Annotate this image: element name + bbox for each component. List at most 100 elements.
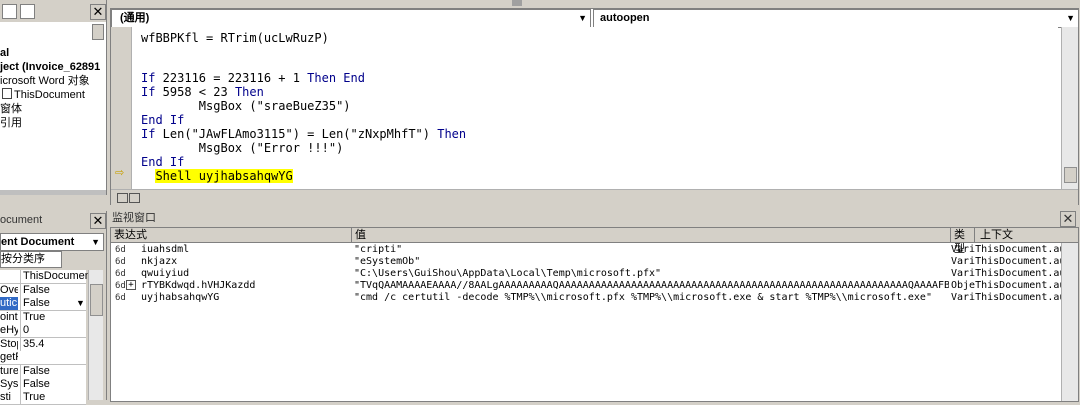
object-dropdown[interactable]: (通用) ▼ bbox=[111, 9, 591, 28]
watch-icon: 6d bbox=[115, 269, 126, 279]
property-value: True bbox=[20, 391, 89, 404]
watch-row[interactable]: 6d uyjhabsahqwYG "cmd /c certutil -decod… bbox=[111, 292, 1063, 304]
code-line-current: Shell uyjhabsahqwYG bbox=[141, 169, 293, 183]
expand-plus-icon[interactable]: + bbox=[126, 280, 136, 290]
tab-categorized[interactable]: 按分类序 bbox=[0, 251, 62, 268]
watch-type: Vari bbox=[951, 292, 976, 303]
vertical-scrollbar[interactable] bbox=[1061, 27, 1078, 189]
margin-indicator-bar[interactable]: ⇨ bbox=[111, 27, 132, 189]
close-icon[interactable]: ✕ bbox=[1060, 211, 1076, 227]
scrollbar-thumb[interactable] bbox=[90, 284, 103, 316]
property-key: oint bbox=[0, 311, 18, 323]
watch-icon: 6d bbox=[115, 257, 126, 267]
object-combo[interactable]: ent Document ▼ bbox=[0, 233, 104, 251]
property-row[interactable]: SystFalse bbox=[0, 378, 86, 392]
property-row[interactable]: sti True bbox=[0, 391, 86, 405]
code-keyword: If bbox=[141, 85, 156, 99]
horizontal-scrollbar[interactable] bbox=[0, 190, 106, 195]
watch-type-context: VariThisDocument.auto bbox=[951, 244, 1063, 256]
tree-item-project[interactable]: ject (Invoice_62891 bbox=[0, 60, 100, 74]
property-row[interactable]: eHyp0 bbox=[0, 324, 86, 338]
property-row[interactable]: ThisDocument bbox=[0, 270, 89, 284]
vertical-scrollbar[interactable] bbox=[1061, 243, 1078, 401]
watch-type-context: VariThisDocument.auto bbox=[951, 256, 1063, 268]
view-code-button[interactable] bbox=[2, 4, 17, 19]
properties-window: ocument ✕ ent Document ▼ 按分类序 ThisDocume… bbox=[0, 211, 107, 405]
procedure-dropdown[interactable]: autoopen ▼ bbox=[593, 9, 1079, 28]
property-value: False bbox=[20, 284, 89, 297]
full-module-view-icon[interactable] bbox=[129, 193, 140, 203]
code-editor[interactable]: wfBBPKfl = RTrim(ucLwRuzP) If 223116 = 2… bbox=[132, 27, 1058, 189]
vertical-scrollbar[interactable] bbox=[88, 270, 103, 400]
property-key: eHyp bbox=[0, 324, 18, 336]
property-key: Over: bbox=[0, 284, 18, 296]
property-value: False bbox=[20, 378, 89, 391]
tree-item-word-objects[interactable]: icrosoft Word 对象 bbox=[0, 74, 90, 88]
code-text: wfBBPKfl = RTrim(ucLwRuzP) bbox=[141, 31, 329, 45]
property-row[interactable]: Stop35.4 bbox=[0, 338, 86, 352]
code-keyword: End If bbox=[141, 113, 185, 127]
watch-context: ThisDocument.auto bbox=[975, 268, 1063, 279]
column-header-type[interactable]: 类型 bbox=[951, 228, 975, 255]
watch-expression: iuahsdml bbox=[141, 244, 190, 255]
code-keyword: If bbox=[141, 127, 156, 141]
tree-item-thisdocument[interactable]: ThisDocument bbox=[2, 88, 85, 102]
toggle-folders-button[interactable] bbox=[92, 24, 104, 40]
procedure-dropdown-value: autoopen bbox=[600, 12, 650, 24]
watch-icon: 6d bbox=[115, 245, 126, 255]
tree-item-label: al bbox=[0, 47, 10, 59]
watch-row[interactable]: 6d iuahsdml "cripti" VariThisDocument.au… bbox=[111, 244, 1063, 256]
code-line: wfBBPKfl = RTrim(ucLwRuzP) bbox=[141, 31, 329, 45]
chevron-down-icon[interactable]: ▼ bbox=[91, 234, 100, 250]
property-value: 0 bbox=[20, 324, 89, 337]
close-icon[interactable]: ✕ bbox=[90, 4, 106, 20]
property-value: 35.4 bbox=[20, 338, 89, 351]
watch-row[interactable]: 6d qwuiyiud "C:\Users\GuiShou\AppData\Lo… bbox=[111, 268, 1063, 280]
property-value: False bbox=[20, 365, 89, 378]
project-explorer: ✕ al ject (Invoice_62891 icrosoft Word 对… bbox=[0, 0, 107, 195]
tree-item[interactable]: al bbox=[0, 46, 9, 60]
document-icon bbox=[2, 88, 12, 99]
watch-value: "C:\Users\GuiShou\AppData\Local\Temp\mic… bbox=[354, 268, 662, 279]
watch-type-context: VariThisDocument.auto bbox=[951, 268, 1063, 280]
tree-item-forms[interactable]: 窗体 bbox=[0, 102, 22, 116]
watch-context: ThisDocument.auto bbox=[975, 256, 1063, 267]
watch-context: ThisDocument.auto bbox=[975, 292, 1063, 303]
code-window-titlebar bbox=[110, 0, 1080, 8]
close-icon[interactable]: ✕ bbox=[90, 213, 106, 229]
watch-row[interactable]: 6d nkjazx "eSystemOb" VariThisDocument.a… bbox=[111, 256, 1063, 268]
column-header-expression[interactable]: 表达式 bbox=[111, 228, 352, 242]
watch-type: Vari bbox=[951, 268, 976, 279]
code-text: 223116 = 223116 + 1 bbox=[155, 71, 308, 85]
property-row[interactable]: getF bbox=[0, 351, 86, 365]
property-key: utic bbox=[0, 297, 18, 310]
scrollbar-thumb[interactable] bbox=[1064, 167, 1077, 183]
watch-header: 表达式 值 类型 上下文 bbox=[111, 228, 1078, 255]
code-text: Len("JAwFLAmo3115") = Len("zNxpMhfT") bbox=[155, 127, 438, 141]
code-line: MsgBox ("sraeBueZ35") bbox=[141, 99, 351, 113]
chevron-down-icon[interactable]: ▼ bbox=[578, 10, 587, 27]
watch-row-expandable[interactable]: 6d + rTYBKdwqd.hVHJKazdd "TVqQAAMAAAAEAA… bbox=[111, 280, 1063, 292]
property-value: True bbox=[20, 311, 89, 324]
watch-window: 表达式 值 类型 上下文 6d iuahsdml "cripti" VariTh… bbox=[110, 227, 1079, 402]
splitter-handle[interactable] bbox=[512, 0, 522, 6]
chevron-down-icon[interactable]: ▼ bbox=[1066, 10, 1075, 27]
chevron-down-icon[interactable]: ▼ bbox=[76, 297, 85, 310]
column-header-value[interactable]: 值 bbox=[352, 228, 951, 242]
tree-item-references[interactable]: 引用 bbox=[0, 116, 22, 130]
watch-icon: 6d bbox=[115, 293, 126, 303]
property-row[interactable]: ture False bbox=[0, 365, 86, 379]
horizontal-scrollbar[interactable] bbox=[111, 189, 1078, 205]
procedure-view-icon[interactable] bbox=[117, 193, 128, 203]
property-row-selected[interactable]: utic False ▼ bbox=[0, 297, 86, 311]
property-row[interactable]: oint True bbox=[0, 311, 86, 325]
tree-item-label: ThisDocument bbox=[14, 89, 85, 101]
code-line: End If bbox=[141, 113, 184, 127]
column-header-context[interactable]: 上下文 bbox=[977, 228, 1076, 242]
object-dropdown-value: (通用) bbox=[120, 12, 150, 24]
code-line: If 5958 < 23 Then bbox=[141, 85, 264, 99]
view-object-button[interactable] bbox=[20, 4, 35, 19]
current-statement-highlight: Shell uyjhabsahqwYG bbox=[155, 169, 293, 183]
property-row[interactable]: Over:False bbox=[0, 284, 86, 298]
